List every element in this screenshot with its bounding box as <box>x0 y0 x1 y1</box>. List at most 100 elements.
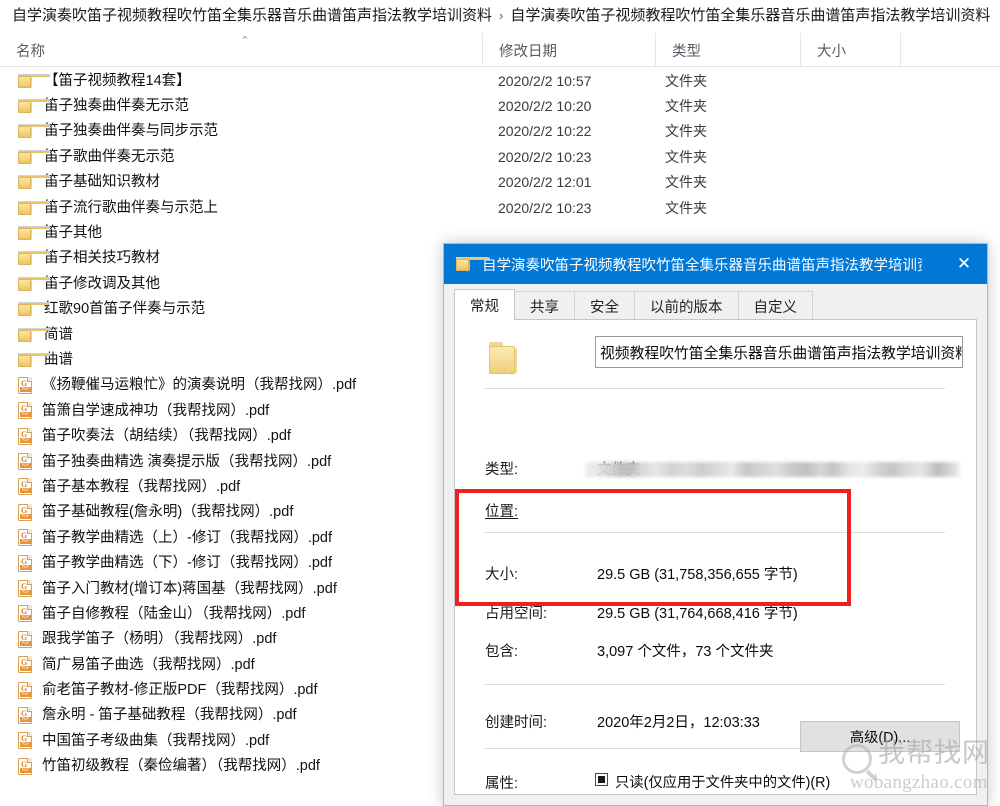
file-name-cell[interactable]: 笛子流行歌曲伴奏与示范上 <box>0 199 478 217</box>
file-name-label: 笛子吹奏法（胡结续）（我帮找网）.pdf <box>42 428 291 445</box>
tab-security[interactable]: 安全 <box>574 291 635 320</box>
file-name-cell[interactable]: 笛子相关技巧教材 <box>0 249 478 267</box>
file-name-label: 笛子基础教程(詹永明)（我帮找网）.pdf <box>42 504 294 521</box>
folder-icon-large <box>489 342 523 376</box>
table-row[interactable]: 【笛子视频教程14套】 2020/2/2 10:57 文件夹 <box>0 68 1000 93</box>
column-header-name-label: 名称 <box>16 43 45 60</box>
file-name-cell[interactable]: G PDF 笛子教学曲精选（上）-修订（我帮找网）.pdf <box>0 529 478 547</box>
file-name-label: 笛子其他 <box>44 225 102 242</box>
divider-top <box>485 388 945 389</box>
disk-usage-value: 29.5 GB (31,764,668,416 字节) <box>597 606 798 622</box>
folder-icon <box>18 251 50 267</box>
file-name-label: 笛子独奏曲伴奏无示范 <box>44 98 189 115</box>
file-name-label: 笛子流行歌曲伴奏与示范上 <box>44 199 218 216</box>
file-name-cell[interactable]: G PDF 《扬鞭催马运粮忙》的演奏说明（我帮找网）.pdf <box>0 376 478 394</box>
file-name-cell[interactable]: 曲谱 <box>0 351 478 369</box>
column-header-date-modified[interactable]: 修改日期 <box>482 33 655 67</box>
file-name-cell[interactable]: G PDF 简广易笛子曲选（我帮找网）.pdf <box>0 656 478 674</box>
tab-security-label: 安全 <box>590 299 619 316</box>
table-row[interactable]: 笛子独奏曲伴奏无示范 2020/2/2 10:20 文件夹 <box>0 93 1000 118</box>
dialog-title-bar[interactable]: 自学演奏吹笛子视频教程吹竹笛全集乐器音乐曲谱笛声指法教学培训资... ✕ <box>444 244 987 284</box>
tab-general[interactable]: 常规 <box>454 289 515 320</box>
pdf-icon: G PDF <box>18 656 32 674</box>
file-name-label: 笛子自修教程（陆金山）（我帮找网）.pdf <box>42 605 306 622</box>
dialog-tab-strip[interactable]: 常规 共享 安全 以前的版本 自定义 <box>454 289 977 320</box>
file-name-cell[interactable]: 笛子独奏曲伴奏无示范 <box>0 97 478 115</box>
file-type-cell: 文件夹 <box>665 199 707 216</box>
file-name-cell[interactable]: G PDF 笛子自修教程（陆金山）（我帮找网）.pdf <box>0 605 478 623</box>
close-icon[interactable]: ✕ <box>941 244 987 284</box>
sort-ascending-icon: ⌃ <box>240 35 250 47</box>
folder-icon <box>18 276 50 292</box>
file-date-cell: 2020/2/2 10:23 <box>498 199 592 216</box>
tab-customize-label: 自定义 <box>753 299 798 316</box>
file-type-cell: 文件夹 <box>665 148 707 165</box>
file-name-cell[interactable]: G PDF 笛子教学曲精选（下）-修订（我帮找网）.pdf <box>0 554 478 572</box>
pdf-icon: G PDF <box>18 732 32 750</box>
breadcrumb-separator-icon: › <box>499 8 504 23</box>
folder-icon <box>18 352 50 368</box>
file-name-cell[interactable]: 笛子修改调及其他 <box>0 275 478 293</box>
file-name-cell[interactable]: 笛子基础知识教材 <box>0 173 478 191</box>
tab-previous-versions[interactable]: 以前的版本 <box>634 291 739 320</box>
file-name-cell[interactable]: 笛子独奏曲伴奏与同步示范 <box>0 122 478 140</box>
table-row[interactable]: 笛子流行歌曲伴奏与示范上 2020/2/2 10:23 文件夹 <box>0 195 1000 220</box>
file-date-cell: 2020/2/2 10:22 <box>498 123 592 140</box>
file-name-cell[interactable]: G PDF 中国笛子考级曲集（我帮找网）.pdf <box>0 732 478 750</box>
pdf-icon: G PDF <box>18 478 32 496</box>
file-name-label: 跟我学笛子（杨明）（我帮找网）.pdf <box>42 631 277 648</box>
file-name-label: 俞老笛子教材-修正版PDF（我帮找网）.pdf <box>42 682 318 699</box>
file-type-cell: 文件夹 <box>665 98 707 115</box>
pdf-icon: G PDF <box>18 757 32 775</box>
pdf-icon: G PDF <box>18 376 32 394</box>
pdf-icon: G PDF <box>18 503 32 521</box>
file-name-cell[interactable]: 红歌90首笛子伴奏与示范 <box>0 300 478 318</box>
table-row[interactable]: 笛子其他 <box>0 220 1000 245</box>
file-date-cell: 2020/2/2 12:01 <box>498 174 592 191</box>
breadcrumb-current[interactable]: 自学演奏吹笛子视频教程吹竹笛全集乐器音乐曲谱笛声指法教学培训资料 <box>510 6 990 26</box>
breadcrumb[interactable]: 自学演奏吹笛子视频教程吹竹笛全集乐器音乐曲谱笛声指法教学培训资料 › 自学演奏吹… <box>0 0 1000 32</box>
pdf-icon: G PDF <box>18 427 32 445</box>
tab-sharing-label: 共享 <box>530 299 559 316</box>
file-name-cell[interactable]: G PDF 笛子基本教程（我帮找网）.pdf <box>0 478 478 496</box>
pdf-icon: G PDF <box>18 630 32 648</box>
tab-previous-versions-label: 以前的版本 <box>650 299 723 316</box>
folder-icon <box>18 302 50 317</box>
table-row[interactable]: 笛子基础知识教材 2020/2/2 12:01 文件夹 <box>0 170 1000 195</box>
file-name-label: 【笛子视频教程14套】 <box>44 72 191 89</box>
dialog-title-text: 自学演奏吹笛子视频教程吹竹笛全集乐器音乐曲谱笛声指法教学培训资... <box>482 257 922 274</box>
file-name-cell[interactable]: G PDF 笛箫自学速成神功（我帮找网）.pdf <box>0 402 478 420</box>
table-row[interactable]: 笛子独奏曲伴奏与同步示范 2020/2/2 10:22 文件夹 <box>0 119 1000 144</box>
column-header-size-label: 大小 <box>817 43 846 60</box>
file-name-cell[interactable]: 简谱 <box>0 326 478 344</box>
folder-name-input[interactable]: 视频教程吹竹笛全集乐器音乐曲谱笛声指法教学培训资料 <box>595 336 963 368</box>
tab-customize[interactable]: 自定义 <box>737 291 813 320</box>
advanced-button[interactable]: 高级(D)... <box>800 721 960 752</box>
file-name-cell[interactable]: G PDF 笛子吹奏法（胡结续）（我帮找网）.pdf <box>0 427 478 445</box>
file-name-label: 笛子基础知识教材 <box>44 174 160 191</box>
file-name-cell[interactable]: 【笛子视频教程14套】 <box>0 72 478 90</box>
tab-sharing[interactable]: 共享 <box>514 291 575 320</box>
column-header-type[interactable]: 类型 <box>655 33 800 67</box>
readonly-label: 只读(仅应用于文件夹中的文件)(R) <box>615 775 831 791</box>
column-header-size[interactable]: 大小 <box>800 33 900 67</box>
file-name-cell[interactable]: G PDF 詹永明 - 笛子基础教程（我帮找网）.pdf <box>0 706 478 724</box>
breadcrumb-parent[interactable]: 自学演奏吹笛子视频教程吹竹笛全集乐器音乐曲谱笛声指法教学培训资料 <box>12 6 492 26</box>
folder-icon <box>18 73 50 89</box>
attributes-label: 属性: <box>485 776 519 792</box>
column-header-name[interactable]: 名称 ⌃ <box>0 33 482 67</box>
file-name-cell[interactable]: 笛子其他 <box>0 224 478 242</box>
file-name-cell[interactable]: G PDF 俞老笛子教材-修正版PDF（我帮找网）.pdf <box>0 681 478 699</box>
file-name-cell[interactable]: G PDF 竹笛初级教程（秦俭编著）（我帮找网）.pdf <box>0 757 478 775</box>
file-date-cell: 2020/2/2 10:23 <box>498 148 592 165</box>
file-name-cell[interactable]: G PDF 笛子入门教材(增订本)蒋国基（我帮找网）.pdf <box>0 580 478 598</box>
file-name-cell[interactable]: 笛子歌曲伴奏无示范 <box>0 148 478 166</box>
file-name-cell[interactable]: G PDF 笛子独奏曲精选 演奏提示版（我帮找网）.pdf <box>0 453 478 471</box>
table-row[interactable]: 笛子歌曲伴奏无示范 2020/2/2 10:23 文件夹 <box>0 144 1000 169</box>
file-name-cell[interactable]: G PDF 笛子基础教程(詹永明)（我帮找网）.pdf <box>0 503 478 521</box>
readonly-checkbox[interactable] <box>595 773 608 786</box>
file-name-cell[interactable]: G PDF 跟我学笛子（杨明）（我帮找网）.pdf <box>0 630 478 648</box>
folder-name-value: 视频教程吹竹笛全集乐器音乐曲谱笛声指法教学培训资料 <box>600 345 963 362</box>
created-value: 2020年2月2日，12:03:33 <box>597 715 760 731</box>
file-name-label: 笛子独奏曲伴奏与同步示范 <box>44 123 218 140</box>
